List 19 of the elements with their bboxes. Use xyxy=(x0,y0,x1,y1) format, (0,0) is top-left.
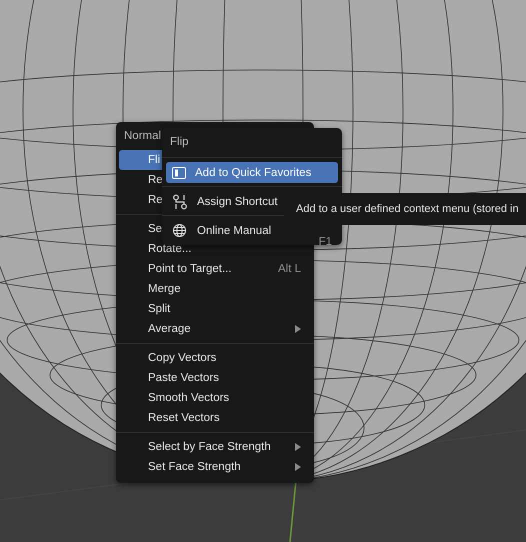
menu-title: Normal xyxy=(123,129,162,144)
menu-item[interactable]: Set Face Strength xyxy=(119,457,311,477)
tooltip-text: Add to a user defined context menu (stored in xyxy=(296,203,519,215)
menu-item[interactable]: Reset Vectors xyxy=(119,408,311,428)
context-menu-item[interactable]: Add to Quick Favorites xyxy=(166,162,338,183)
shortcut-label: Alt L xyxy=(278,263,301,275)
menu-item[interactable]: Point to Target... Alt L xyxy=(119,259,311,279)
shortcut-label: F1 xyxy=(318,236,332,248)
menu-item[interactable]: Paste Vectors xyxy=(119,368,311,388)
globe-icon xyxy=(172,222,188,238)
menu-item[interactable]: Copy Vectors xyxy=(119,348,311,368)
menu-item[interactable]: Average xyxy=(119,319,311,339)
menu-item[interactable]: Smooth Vectors xyxy=(119,388,311,408)
panel-icon xyxy=(172,166,186,178)
menu-item[interactable]: Select by Face Strength xyxy=(119,437,311,457)
menu-item[interactable]: Merge xyxy=(119,279,311,299)
menu-item[interactable]: Split xyxy=(119,299,311,319)
context-menu-title: Flip xyxy=(169,135,190,150)
shortcut-icon xyxy=(172,194,188,210)
